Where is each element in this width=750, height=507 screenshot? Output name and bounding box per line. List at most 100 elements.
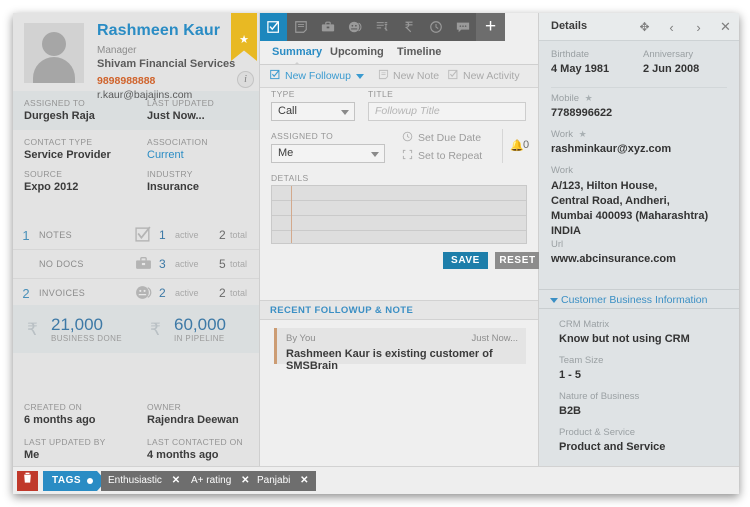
- chevron-left-icon[interactable]: ‹: [658, 20, 685, 35]
- new-followup-label: New Followup: [285, 70, 351, 82]
- chevron-right-icon[interactable]: ›: [685, 20, 712, 35]
- avatar: [24, 23, 84, 83]
- in-pipeline: ₹ 60,000 IN PIPELINE: [136, 315, 259, 343]
- stat-label: INVOICES: [39, 288, 86, 298]
- tags-label: TAGS: [43, 471, 107, 491]
- tab-summary[interactable]: Summary: [272, 46, 322, 58]
- bell-icon[interactable]: 🔔: [510, 139, 524, 152]
- x-icon[interactable]: ✕: [241, 475, 249, 486]
- contact-phone[interactable]: 9898988888: [97, 75, 155, 87]
- x-icon[interactable]: ✕: [172, 475, 180, 486]
- stat-row-invoices[interactable]: 2 INVOICES 2 active 2 total: [13, 279, 259, 308]
- updatedby-contacted-row: LAST UPDATED BY Me LAST CONTACTED ON 4 m…: [13, 431, 259, 466]
- set-to-repeat-button[interactable]: Set to Repeat: [402, 149, 482, 163]
- in-pipeline-value: 60,000: [174, 315, 226, 334]
- field-value: Expo 2012: [24, 181, 79, 193]
- tag-chip[interactable]: A+ rating ✕: [184, 471, 257, 491]
- stat-row-notes[interactable]: 1 NOTES 1 active 2 total: [13, 221, 259, 250]
- field-value: Insurance: [147, 181, 199, 193]
- star-icon[interactable]: ★: [579, 129, 587, 139]
- stat-row-docs[interactable]: NO DOCS 3 active 5 total: [13, 250, 259, 279]
- new-followup-button[interactable]: New Followup: [270, 69, 364, 83]
- stat-total-count: 2: [219, 228, 226, 242]
- field-value: Product and Service: [559, 441, 666, 453]
- set-due-date-button[interactable]: Set Due Date: [402, 131, 481, 145]
- field-label: Url: [551, 239, 564, 250]
- stat-count: 1: [22, 227, 30, 243]
- stat-total-word: total: [230, 259, 248, 269]
- save-button[interactable]: SAVE: [443, 252, 488, 269]
- tag-chip[interactable]: Enthusiastic ✕: [101, 471, 188, 491]
- chat-bubble-icon[interactable]: [449, 13, 476, 41]
- rupee-list-icon[interactable]: [368, 13, 395, 41]
- reset-button[interactable]: RESET: [495, 252, 540, 269]
- business-done: ₹ 21,000 BUSINESS DONE: [13, 315, 136, 343]
- trash-icon[interactable]: [17, 471, 38, 491]
- stat-total-word: total: [230, 288, 248, 298]
- move-icon[interactable]: ✥: [631, 20, 658, 34]
- field-label: Team Size: [559, 355, 604, 366]
- info-icon[interactable]: i: [237, 71, 254, 88]
- new-activity-button[interactable]: New Activity: [448, 69, 520, 83]
- tag-label: A+ rating: [191, 475, 232, 486]
- stat-active-count: 1: [159, 228, 166, 242]
- invoice-coin-icon: [136, 286, 152, 299]
- title-input[interactable]: Followup Title: [368, 102, 526, 121]
- tags-dot-icon: [87, 478, 94, 484]
- field-label: SOURCE: [24, 169, 63, 179]
- note-icon[interactable]: [287, 13, 314, 41]
- note-text: Rashmeen Kaur is existing customer of SM…: [286, 348, 493, 372]
- list-item[interactable]: By You Just Now... Rashmeen Kaur is exis…: [274, 328, 526, 372]
- stat-active-word: active: [175, 259, 199, 269]
- stat-label: NO DOCS: [39, 259, 84, 269]
- note-time: Just Now...: [471, 333, 518, 344]
- field-label: Nature of Business: [559, 391, 640, 402]
- address-line: Mumbai 400093 (Maharashtra) INDIA: [551, 210, 709, 237]
- rupee-icon[interactable]: [395, 13, 422, 41]
- customer-business-information-toggle[interactable]: Customer Business Information: [539, 289, 739, 309]
- new-note-button[interactable]: New Note: [378, 69, 439, 83]
- stat-total-word: total: [230, 230, 248, 240]
- stat-active-count: 2: [159, 286, 166, 300]
- stat-active-count: 3: [159, 257, 166, 271]
- type-label: TYPE: [271, 89, 295, 99]
- star-icon: ★: [239, 34, 249, 46]
- close-icon[interactable]: ✕: [712, 19, 739, 35]
- assigned-to-select[interactable]: Me: [271, 144, 385, 163]
- star-icon[interactable]: ★: [585, 93, 593, 103]
- new-activity-label: New Activity: [463, 70, 520, 82]
- field-label: LAST UPDATED BY: [24, 437, 106, 447]
- note-accent-bar: [274, 328, 277, 364]
- field-association: ASSOCIATION Current: [136, 137, 259, 161]
- section-title: Customer Business Information: [561, 294, 708, 306]
- new-note-label: New Note: [393, 70, 440, 82]
- note-author: By You: [286, 333, 316, 344]
- invoice-coin-icon[interactable]: [341, 13, 368, 41]
- field-label: Anniversary: [643, 49, 694, 60]
- task-checkbox-icon[interactable]: [260, 13, 287, 41]
- checkbox-icon: [135, 226, 151, 242]
- tag-chip[interactable]: Panjabi ✕: [250, 471, 316, 491]
- field-value: Know but not using CRM: [559, 333, 690, 345]
- field-value: 2 Jun 2008: [643, 63, 700, 75]
- details-panel: Details Birthdate 4 May 1981 Anniversary…: [539, 13, 739, 466]
- x-icon[interactable]: ✕: [300, 475, 308, 486]
- address-line: A/123, Hilton House,: [551, 180, 658, 192]
- chevron-down-icon[interactable]: [355, 73, 364, 79]
- details-textarea[interactable]: [271, 185, 527, 244]
- module-toolbar: +: [260, 13, 505, 41]
- history-clock-icon[interactable]: [422, 13, 449, 41]
- tab-timeline[interactable]: Timeline: [397, 46, 441, 58]
- briefcase-icon[interactable]: [314, 13, 341, 41]
- type-select[interactable]: Call: [271, 102, 355, 121]
- assigned-to-label: ASSIGNED TO: [271, 131, 334, 141]
- field-value: rashminkaur@xyz.com: [551, 143, 672, 155]
- field-label: LAST CONTACTED ON: [147, 437, 243, 447]
- set-to-repeat-label: Set to Repeat: [418, 150, 483, 162]
- add-new-button[interactable]: +: [476, 13, 505, 41]
- contact-email[interactable]: r.kaur@bajajins.com: [97, 89, 192, 101]
- money-summary: ₹ 21,000 BUSINESS DONE ₹ 60,000 IN PIPEL…: [13, 305, 259, 353]
- field-value: 1 - 5: [559, 369, 582, 381]
- tab-upcoming[interactable]: Upcoming: [330, 46, 384, 58]
- field-value[interactable]: www.abcinsurance.com: [551, 253, 676, 265]
